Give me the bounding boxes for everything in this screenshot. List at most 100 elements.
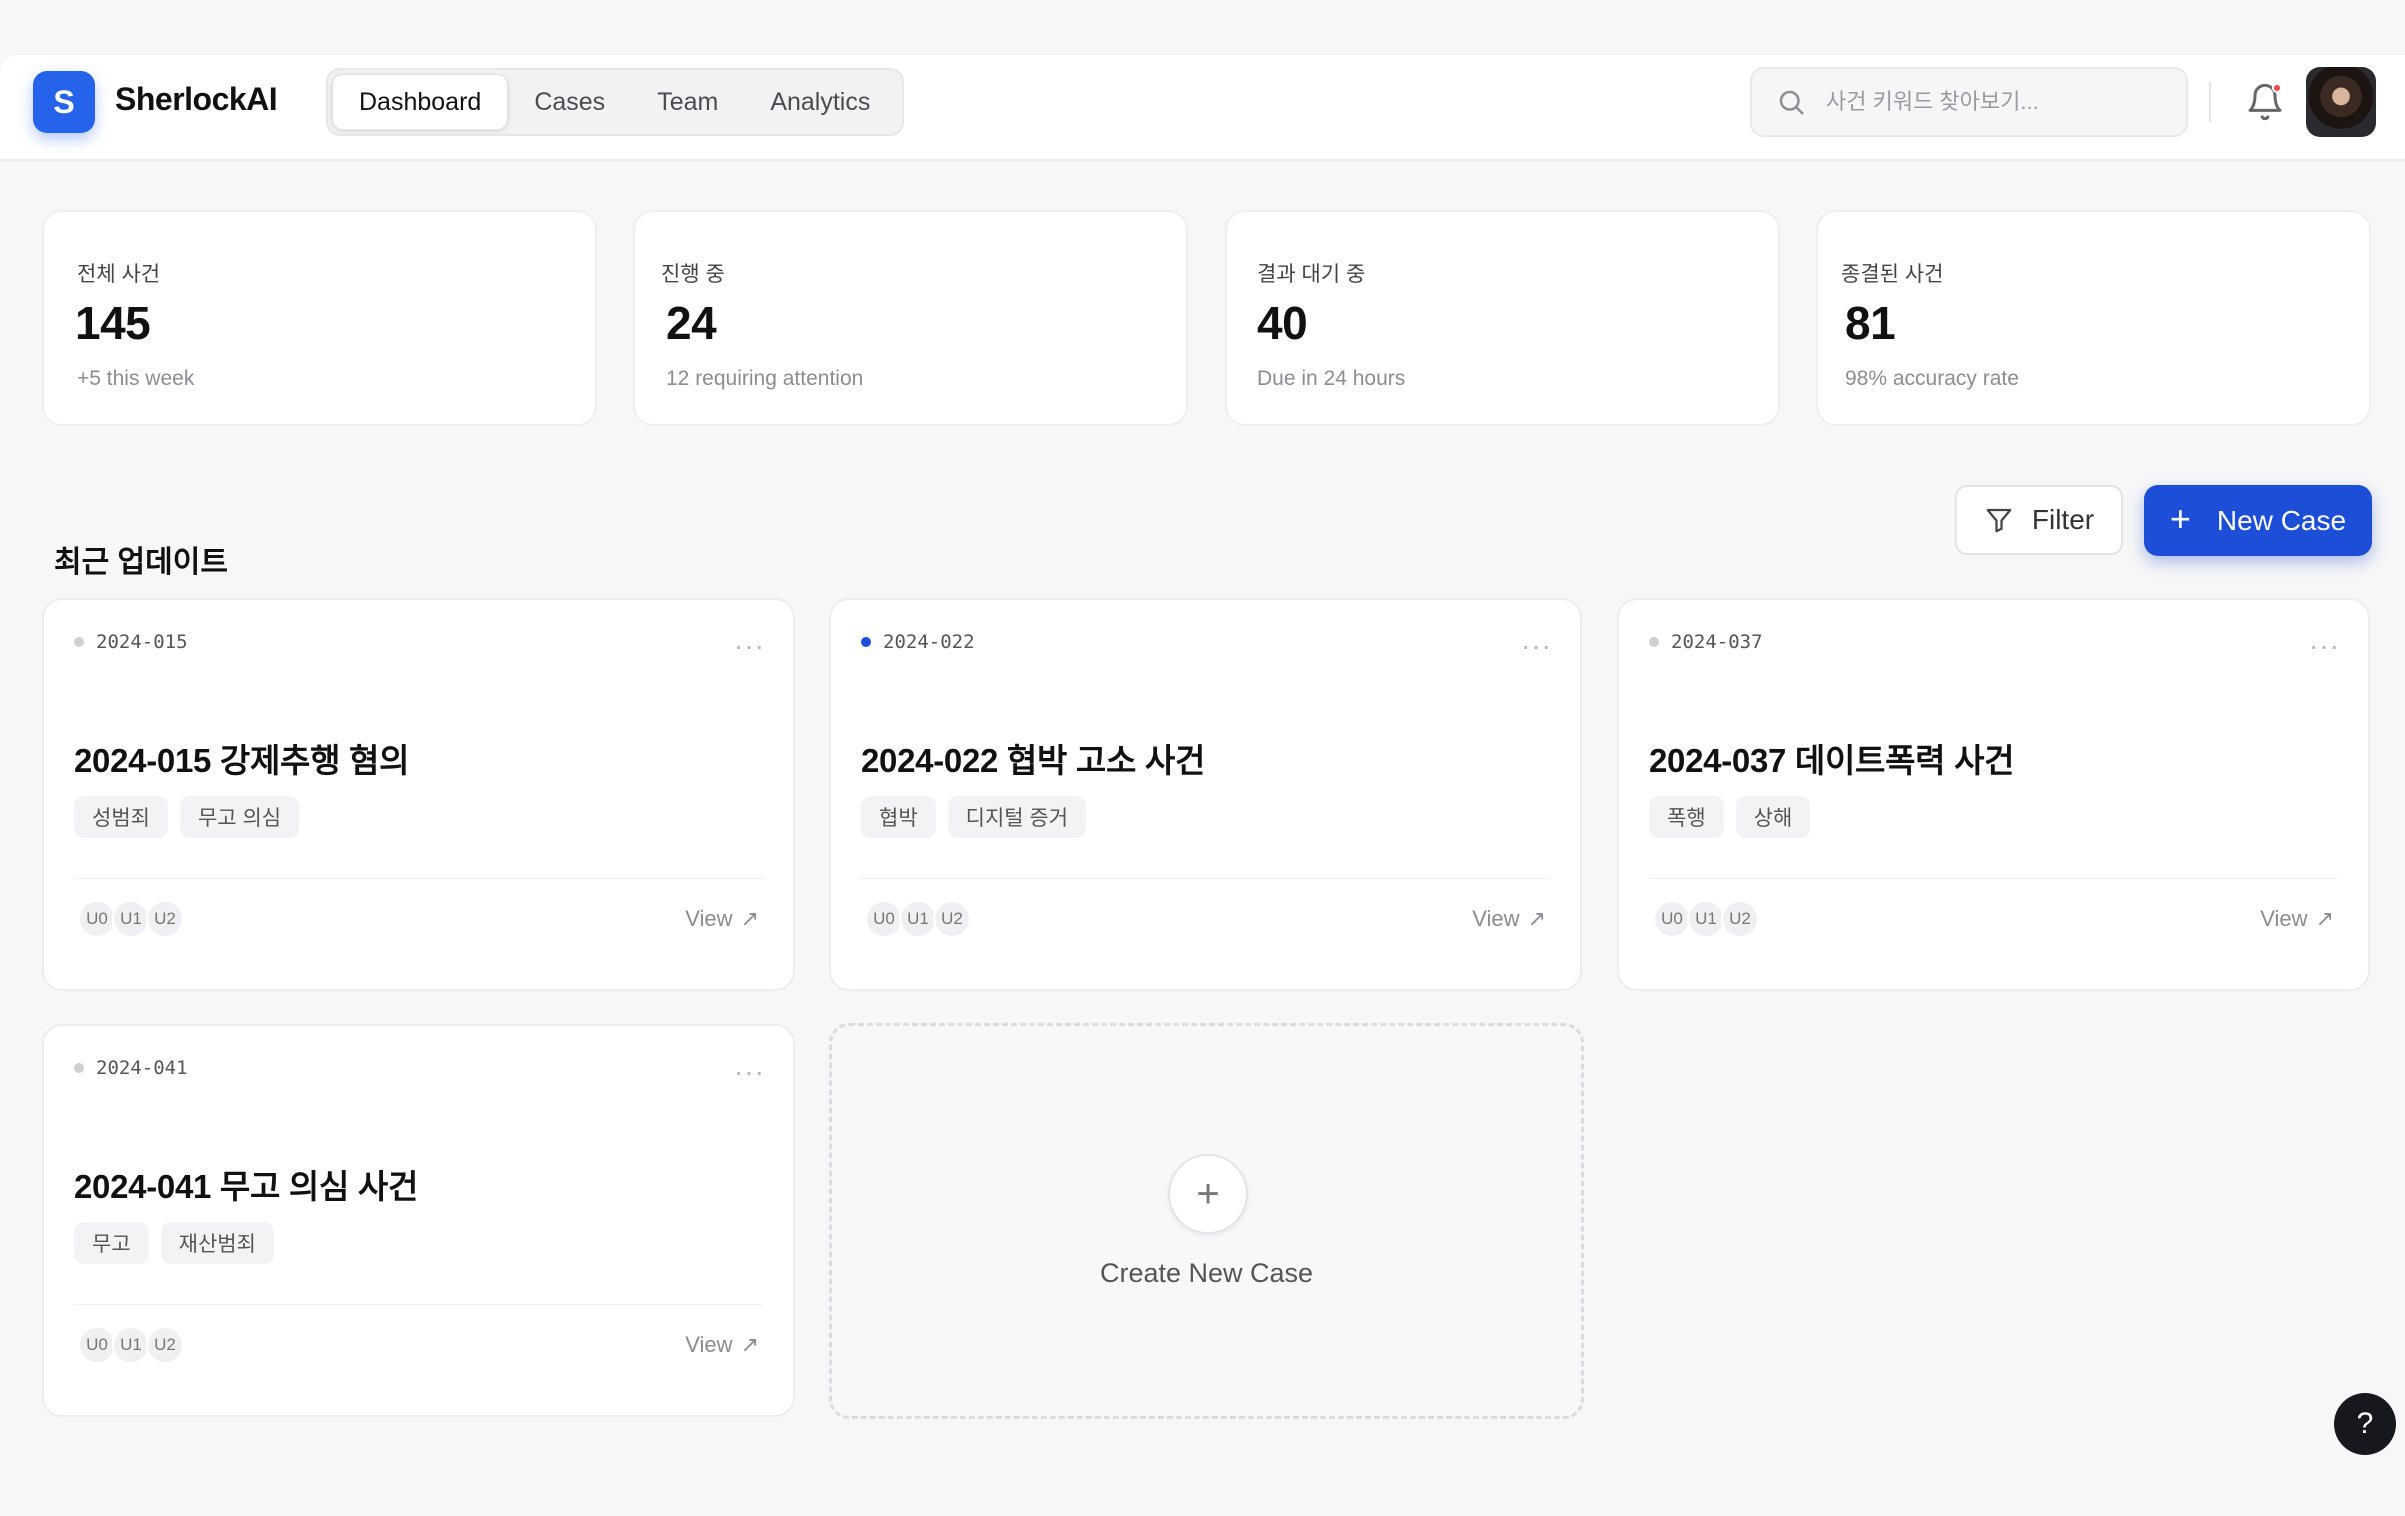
assignee-avatar: U2 [1721, 900, 1759, 938]
case-tag: 재산범죄 [160, 1222, 274, 1264]
create-new-case-card[interactable]: + Create New Case [829, 1023, 1584, 1419]
case-tag: 상해 [1735, 796, 1811, 838]
stat-label: 결과 대기 중 [1257, 263, 1366, 286]
logo-letter: S [53, 83, 75, 120]
stat-value: 40 [1257, 297, 1308, 349]
assignee-avatars: U0 U1 U2 [865, 900, 971, 938]
filter-button[interactable]: Filter [1955, 485, 2123, 555]
case-title: 2024-022 협박 고소 사건 [861, 742, 1206, 779]
new-case-button[interactable]: + New Case [2144, 485, 2372, 556]
search-icon [1779, 90, 1804, 115]
stat-card-in-progress: 진행 중 24 12 requiring attention [633, 210, 1188, 426]
more-icon[interactable]: ··· [734, 1056, 765, 1088]
assignee-avatar: U1 [112, 900, 150, 938]
plus-icon: + [1168, 1154, 1248, 1234]
case-title: 2024-037 데이트폭력 사건 [1649, 742, 2015, 779]
new-case-label: New Case [2216, 504, 2347, 536]
stat-card-closed: 종결된 사건 81 98% accuracy rate [1816, 210, 2371, 426]
view-link[interactable]: View ↗ [1472, 906, 1546, 932]
avatar[interactable] [2306, 67, 2376, 137]
view-label: View [685, 1332, 733, 1357]
stat-subtext: 98% accuracy rate [1845, 367, 2019, 390]
case-card[interactable]: 2024-041 ··· 2024-041 무고 의심 사건 무고 재산범죄 U… [42, 1024, 795, 1417]
case-id: 2024-041 [96, 1057, 188, 1079]
tab-team[interactable]: Team [631, 74, 744, 130]
more-icon[interactable]: ··· [2309, 630, 2340, 662]
more-icon[interactable]: ··· [1521, 630, 1552, 662]
case-card[interactable]: 2024-015 ··· 2024-015 강제추행 혐의 성범죄 무고 의심 … [42, 598, 795, 991]
section-title: 최근 업데이트 [54, 546, 228, 579]
stat-subtext: 12 requiring attention [666, 367, 864, 390]
case-tag: 무고 의심 [179, 796, 300, 838]
plus-icon: + [2169, 497, 2191, 539]
help-button[interactable]: ? [2334, 1393, 2396, 1455]
stat-card-total: 전체 사건 145 +5 this week [42, 210, 597, 426]
stat-label: 진행 중 [661, 263, 725, 286]
stat-value: 81 [1845, 297, 1896, 349]
case-id: 2024-015 [96, 631, 188, 653]
create-new-case-label: Create New Case [1099, 1258, 1314, 1288]
case-tag: 무고 [74, 1222, 149, 1264]
arrow-up-right-icon: ↗ [740, 906, 759, 931]
view-link[interactable]: View ↗ [2260, 906, 2334, 932]
view-link[interactable]: View ↗ [685, 1332, 759, 1358]
assignee-avatar: U2 [146, 1326, 184, 1364]
view-link[interactable]: View ↗ [685, 906, 759, 932]
filter-label: Filter [2031, 504, 2095, 535]
stat-value: 145 [75, 297, 151, 349]
status-dot [74, 1063, 84, 1073]
tab-cases[interactable]: Cases [508, 74, 631, 130]
case-id-row: 2024-037 [1649, 631, 1763, 653]
view-label: View [2260, 906, 2308, 931]
stat-label: 전체 사건 [77, 263, 161, 286]
assignee-avatar: U2 [146, 900, 184, 938]
main-nav: Dashboard Cases Team Analytics [326, 68, 904, 136]
case-id: 2024-037 [1671, 631, 1763, 653]
tab-dashboard[interactable]: Dashboard [332, 74, 509, 130]
more-icon[interactable]: ··· [734, 630, 765, 662]
case-tags: 성범죄 무고 의심 [74, 796, 300, 838]
card-divider [1649, 878, 2338, 879]
case-id-row: 2024-022 [861, 631, 975, 653]
assignee-avatar: U0 [1653, 900, 1691, 938]
notification-dot [2272, 83, 2282, 93]
search-input[interactable] [1826, 89, 2166, 115]
case-id-row: 2024-015 [74, 631, 188, 653]
assignee-avatar: U1 [1687, 900, 1725, 938]
assignee-avatar: U0 [78, 1326, 116, 1364]
case-tag: 성범죄 [74, 796, 168, 838]
help-icon: ? [2356, 1407, 2374, 1440]
stat-subtext: +5 this week [77, 367, 195, 390]
card-divider [74, 1304, 763, 1305]
assignee-avatar: U0 [78, 900, 116, 938]
stat-subtext: Due in 24 hours [1257, 367, 1406, 390]
case-card[interactable]: 2024-022 ··· 2024-022 협박 고소 사건 협박 디지털 증거… [829, 598, 1582, 991]
status-dot [1649, 637, 1659, 647]
assignee-avatar: U1 [899, 900, 937, 938]
stat-value: 24 [666, 297, 717, 349]
assignee-avatar: U1 [112, 1326, 150, 1364]
assignee-avatars: U0 U1 U2 [1653, 900, 1759, 938]
filter-icon [1986, 508, 2012, 533]
case-tag: 폭행 [1649, 796, 1724, 838]
assignee-avatars: U0 U1 U2 [78, 1326, 184, 1364]
case-title: 2024-015 강제추행 혐의 [74, 742, 410, 779]
arrow-up-right-icon: ↗ [740, 1332, 759, 1357]
card-divider [861, 878, 1550, 879]
case-tag: 협박 [861, 796, 936, 838]
arrow-up-right-icon: ↗ [1527, 906, 1546, 931]
search-box[interactable] [1750, 67, 2188, 137]
brand-name: SherlockAI [115, 81, 278, 117]
case-card[interactable]: 2024-037 ··· 2024-037 데이트폭력 사건 폭행 상해 U0 … [1617, 598, 2370, 991]
assignee-avatar: U2 [933, 900, 971, 938]
status-dot [861, 637, 871, 647]
case-tags: 협박 디지털 증거 [861, 796, 1087, 838]
status-dot [74, 637, 84, 647]
case-tags: 폭행 상해 [1649, 796, 1811, 838]
top-header: S SherlockAI Dashboard Cases Team Analyt… [0, 55, 2405, 161]
logo[interactable]: S [33, 71, 95, 133]
assignee-avatar: U0 [865, 900, 903, 938]
header-divider [2209, 82, 2211, 122]
case-tag: 디지털 증거 [947, 796, 1087, 838]
tab-analytics[interactable]: Analytics [744, 74, 896, 130]
